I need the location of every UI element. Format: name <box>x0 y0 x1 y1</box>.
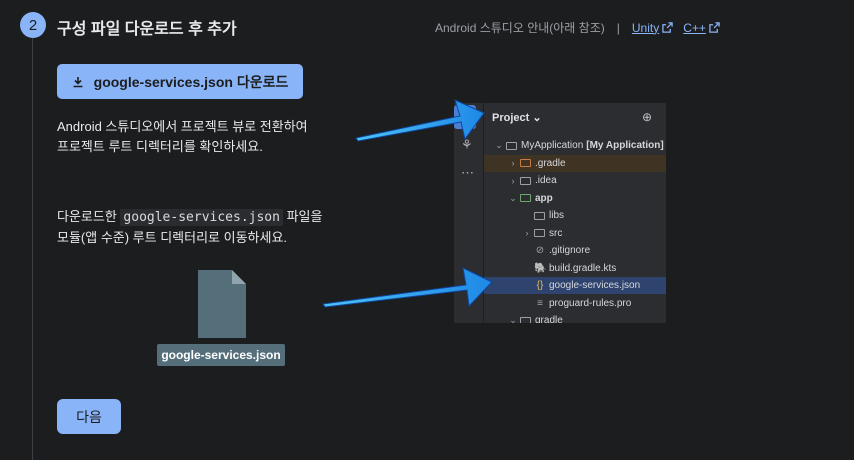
chevron-icon[interactable]: › <box>522 228 532 238</box>
cpp-link-label: C++ <box>683 20 706 35</box>
ide-tool-strip: ⚘ ⋯ <box>454 103 484 323</box>
step-connector-line <box>32 38 33 460</box>
android-guide-text: Android 스튜디오 안내(아래 참조) <box>435 21 605 35</box>
external-link-icon <box>662 22 673 33</box>
file-name-badge: google-services.json <box>157 344 285 366</box>
tree-item-label: src <box>549 227 563 239</box>
gitignore-icon: ⊘ <box>535 245 545 256</box>
tree-item[interactable]: › .idea <box>484 172 666 189</box>
cpp-link[interactable]: C++ <box>683 21 720 35</box>
chevron-icon[interactable]: ⌄ <box>508 193 518 204</box>
project-panel: Project ⌄ ⊕ ⌄ MyApplication [My Applicatio… <box>484 103 666 323</box>
tree-item[interactable]: › .gradle <box>484 154 666 172</box>
more-icon: ⋯ <box>461 165 474 180</box>
download-button-label: google-services.json 다운로드 <box>93 73 289 90</box>
link-separator: | <box>616 20 620 35</box>
instruction-line: 프로젝트 루트 디렉터리를 확인하세요. <box>57 139 263 154</box>
chevron-icon[interactable]: › <box>508 158 518 168</box>
instruction-text: 다운로드한 <box>57 209 121 224</box>
folder-icon <box>520 316 531 323</box>
tree-item-label: build.gradle.kts <box>549 262 617 274</box>
instruction-line: 다운로드한 google-services.json 파일을 <box>57 207 322 228</box>
project-tool-icon <box>454 105 476 129</box>
download-icon <box>73 76 83 87</box>
chevron-icon[interactable]: ⌄ <box>494 140 504 151</box>
tree-item[interactable]: ⊘ .gitignore <box>484 242 666 259</box>
tree-item[interactable]: libs <box>484 207 666 224</box>
chevron-icon[interactable]: ⌄ <box>508 315 518 323</box>
unity-link-label: Unity <box>631 20 660 35</box>
folder-icon <box>520 194 531 202</box>
folder-icon <box>520 159 531 167</box>
instruction-text: 파일을 <box>282 209 323 224</box>
target-icon: ⊕ <box>642 110 653 124</box>
folder-icon <box>506 141 517 150</box>
filename-code: google-services.json <box>120 209 283 226</box>
tree-item-label: libs <box>549 210 565 221</box>
chevron-icon[interactable]: › <box>508 176 518 186</box>
step-title: 구성 파일 다운로드 후 추가 <box>57 21 237 38</box>
folder-icon <box>520 176 531 185</box>
project-panel-title: Project ⌄ <box>492 112 542 124</box>
tree-item-label: .gitignore <box>549 245 591 256</box>
tree-item-label: MyApplication <box>521 140 584 151</box>
instruction-project-view: Android 스튜디오에서 프로젝트 뷰로 전환하여 프로젝트 루트 디렉터리… <box>57 117 308 157</box>
tree-item-label: .idea <box>535 175 557 186</box>
tree-item[interactable]: ⌄ app <box>484 190 666 207</box>
tree-item-label: app <box>535 192 553 204</box>
tree-item[interactable]: 🐘 build.gradle.kts <box>484 260 666 277</box>
tree-item-label: gradle <box>535 315 563 323</box>
download-config-button[interactable]: google-services.json 다운로드 <box>57 64 303 99</box>
file-icon <box>198 270 246 338</box>
tree-item[interactable]: ⌄ MyApplication [My Application] <box>484 137 666 154</box>
tree-item-label: .gradle <box>535 157 566 169</box>
json-icon: {} <box>536 280 544 291</box>
next-button[interactable]: 다음 <box>57 399 121 434</box>
instruction-line: Android 스튜디오에서 프로젝트 뷰로 전환하여 <box>57 119 308 134</box>
tree-item[interactable]: {} google-services.json <box>484 277 666 294</box>
external-link-icon <box>709 22 720 33</box>
tree-item[interactable]: › src <box>484 225 666 242</box>
instruction-move-file: 다운로드한 google-services.json 파일을 모듈(앱 수준) … <box>57 207 322 248</box>
tree-item-suffix: [My Application] <box>586 140 664 151</box>
gradle-icon: 🐘 <box>534 262 547 274</box>
tree-item[interactable]: ⌄ gradle <box>484 312 666 323</box>
step-number-badge: 2 <box>20 12 46 38</box>
tree-item[interactable]: ≡ proguard-rules.pro <box>484 295 666 312</box>
platform-links: Android 스튜디오 안내(아래 참조) | Unity C++ <box>435 19 720 36</box>
instruction-line: 모듈(앱 수준) 루트 디렉터리로 이동하세요. <box>57 230 288 245</box>
structure-icon: ⚘ <box>461 137 473 152</box>
ide-project-view-screenshot: ⚘ ⋯ Project ⌄ ⊕ ⌄ MyApplication [My Applic… <box>454 103 666 323</box>
folder-icon <box>534 229 545 237</box>
tree-item-label: google-services.json <box>549 280 641 291</box>
unity-link[interactable]: Unity <box>632 21 673 35</box>
folder-icon <box>534 211 545 220</box>
text-file-icon: ≡ <box>537 297 543 309</box>
tree-item-label: proguard-rules.pro <box>549 297 632 309</box>
